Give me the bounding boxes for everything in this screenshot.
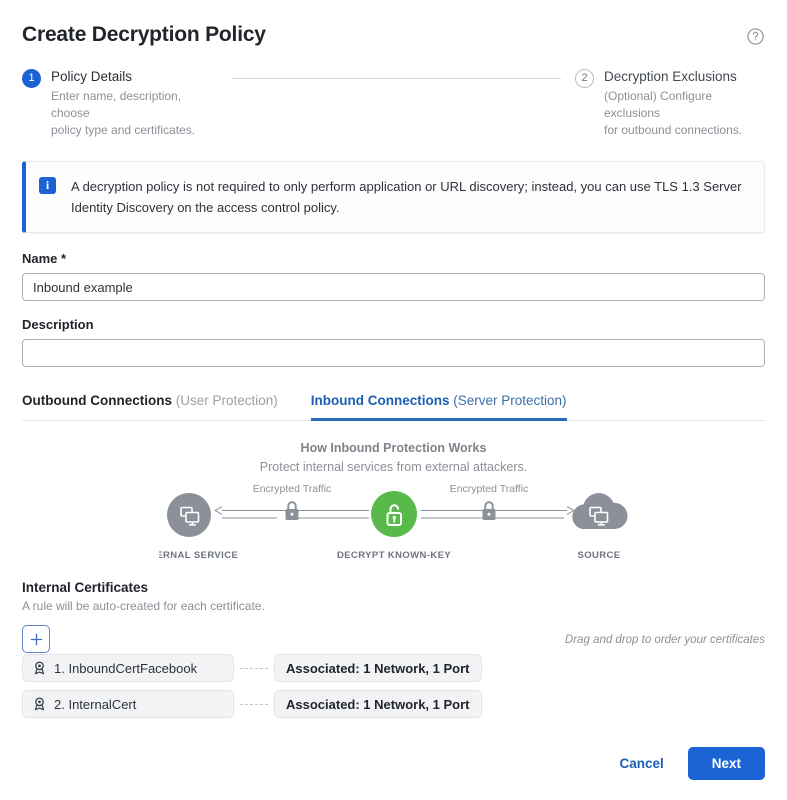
drag-and-drop-hint: Drag and drop to order your certificates <box>22 634 765 646</box>
diagram-subtitle: Protect internal services from external … <box>22 460 765 474</box>
step-1-desc: Enter name, description, choose policy t… <box>51 88 218 139</box>
diagram-center-label: DECRYPT KNOWN-KEY <box>336 550 450 561</box>
plus-icon <box>29 632 44 647</box>
certificate-chip-1[interactable]: 1. InboundCertFacebook <box>22 654 234 682</box>
stepper: 1 Policy Details Enter name, description… <box>22 68 765 139</box>
step-2-badge: 2 <box>575 69 594 88</box>
unlocked-padlock-icon <box>371 491 417 537</box>
step-decryption-exclusions[interactable]: 2 Decryption Exclusions (Optional) Confi… <box>575 68 765 139</box>
certificate-chip-2[interactable]: 2. InternalCert <box>22 690 234 718</box>
step-1-title: Policy Details <box>51 68 218 85</box>
certificate-association-2[interactable]: Associated: 1 Network, 1 Port <box>274 690 482 718</box>
tab-inbound-strong: Inbound Connections <box>311 393 450 408</box>
step-2-desc: (Optional) Configure exclusions for outb… <box>604 88 765 139</box>
page-header: Create Decryption Policy <box>22 0 765 50</box>
certificate-row: 1. InboundCertFacebook Associated: 1 Net… <box>22 654 765 682</box>
diagram-graphic: Encrypted Traffic <box>22 482 765 568</box>
step-1-badge: 1 <box>22 69 41 88</box>
certificate-label-2: 2. InternalCert <box>54 697 136 712</box>
step-2-desc-line1: (Optional) Configure exclusions <box>604 88 765 122</box>
next-button[interactable]: Next <box>688 747 765 780</box>
certificates-title: Internal Certificates <box>22 580 765 595</box>
padlock-locked-icon-2 <box>482 502 495 520</box>
page-title: Create Decryption Policy <box>22 20 266 50</box>
name-label: Name * <box>22 251 765 266</box>
certificate-ribbon-icon <box>33 661 46 675</box>
create-decryption-policy-page: Create Decryption Policy 1 Policy Detail… <box>0 0 787 800</box>
certificate-label-1: 1. InboundCertFacebook <box>54 661 197 676</box>
info-icon: i <box>39 177 56 194</box>
name-input[interactable] <box>22 273 765 301</box>
tab-inbound-connections[interactable]: Inbound Connections (Server Protection) <box>311 393 567 421</box>
info-banner: i A decryption policy is not required to… <box>22 161 765 233</box>
cloud-monitors-icon <box>572 493 627 529</box>
padlock-locked-icon <box>285 502 298 520</box>
tab-outbound-connections[interactable]: Outbound Connections (User Protection) <box>22 393 278 421</box>
diagram-svg: Encrypted Traffic <box>159 482 629 568</box>
certificate-row: 2. InternalCert Associated: 1 Network, 1… <box>22 690 765 718</box>
info-banner-text: A decryption policy is not required to o… <box>71 176 748 218</box>
step-policy-details[interactable]: 1 Policy Details Enter name, description… <box>22 68 218 139</box>
description-input[interactable] <box>22 339 765 367</box>
description-label: Description <box>22 317 765 332</box>
connection-type-tabs: Outbound Connections (User Protection) I… <box>22 393 765 421</box>
certificate-association-1[interactable]: Associated: 1 Network, 1 Port <box>274 654 482 682</box>
certificate-ribbon-icon <box>33 697 46 711</box>
certificate-connector-2 <box>240 704 268 705</box>
tab-outbound-strong: Outbound Connections <box>22 393 172 408</box>
diagram-title: How Inbound Protection Works <box>22 441 765 455</box>
step-1-desc-line2: policy type and certificates. <box>51 122 218 139</box>
help-circle-icon[interactable] <box>746 27 765 46</box>
cancel-button[interactable]: Cancel <box>605 748 677 779</box>
step-1-body: Policy Details Enter name, description, … <box>51 68 218 139</box>
stepper-connector-line <box>232 78 561 79</box>
right-traffic-label: Encrypted Traffic <box>449 483 528 495</box>
tab-inbound-soft: (Server Protection) <box>450 393 567 408</box>
step-1-desc-line1: Enter name, description, choose <box>51 88 218 122</box>
diagram-right-label: SOURCE <box>577 550 620 561</box>
step-2-body: Decryption Exclusions (Optional) Configu… <box>604 68 765 139</box>
diagram-left-label: INTERNAL SERVICE <box>159 550 238 561</box>
step-2-title: Decryption Exclusions <box>604 68 765 85</box>
certificates-subtitle: A rule will be auto-created for each cer… <box>22 599 765 613</box>
description-field-group: Description <box>22 317 765 367</box>
tab-outbound-soft: (User Protection) <box>172 393 278 408</box>
internal-certificates-section: Internal Certificates A rule will be aut… <box>22 580 765 718</box>
name-field-group: Name * <box>22 251 765 301</box>
dialog-footer: Cancel Next <box>605 747 765 780</box>
left-traffic-label: Encrypted Traffic <box>252 483 331 495</box>
monitors-icon <box>167 493 211 537</box>
certificate-connector-1 <box>240 668 268 669</box>
step-2-desc-line2: for outbound connections. <box>604 122 765 139</box>
inbound-protection-diagram: How Inbound Protection Works Protect int… <box>22 441 765 568</box>
